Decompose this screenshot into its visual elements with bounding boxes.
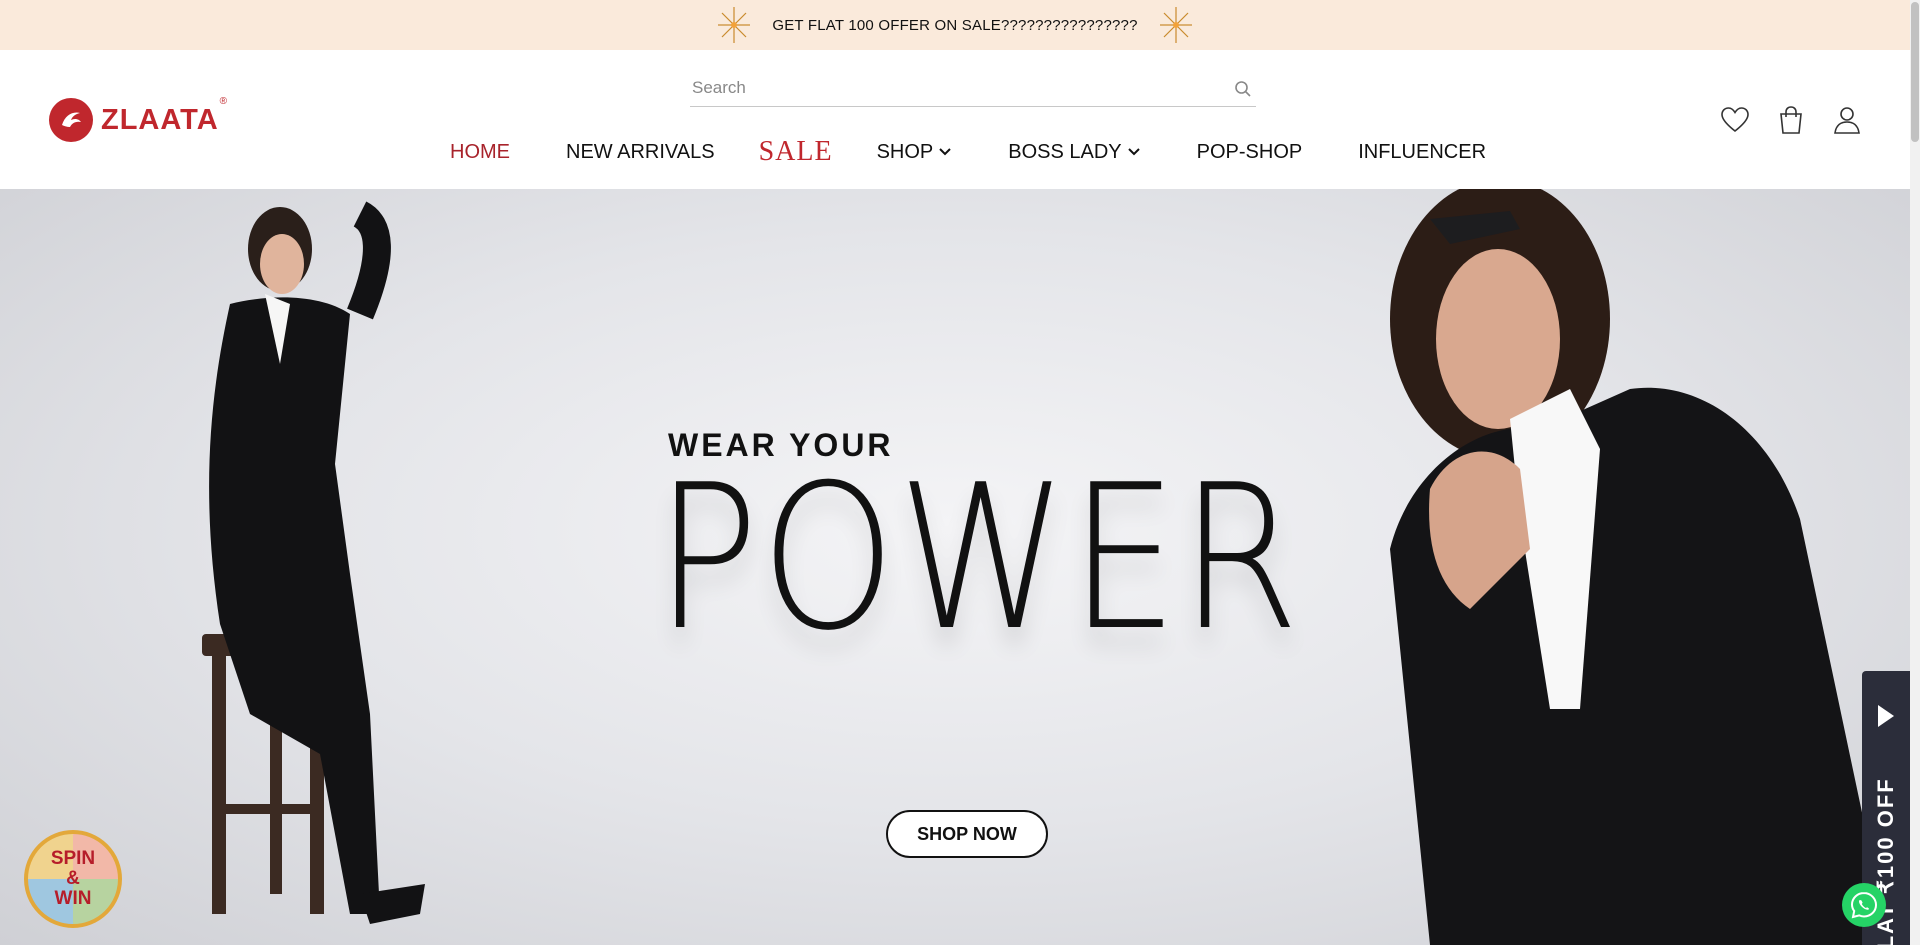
heart-icon[interactable] [1720, 105, 1750, 135]
nav-home[interactable]: HOME [450, 141, 510, 164]
nav-shop-label: SHOP [876, 140, 934, 163]
search-icon[interactable] [1234, 80, 1252, 98]
nav-pop-shop[interactable]: POP-SHOP [1197, 141, 1303, 164]
firework-icon [718, 7, 751, 43]
user-icon[interactable] [1832, 105, 1862, 135]
model-image-right [1390, 189, 1890, 945]
promo-text: GET FLAT 100 OFFER ON SALE??????????????… [772, 16, 1138, 34]
registered-mark: ® [219, 96, 228, 107]
header-actions [1720, 105, 1862, 135]
model-image-left [202, 201, 425, 924]
hero-title: POWER [655, 442, 1301, 675]
whatsapp-icon [1850, 891, 1878, 919]
chevron-down-icon [939, 148, 951, 156]
spin-and-win-button[interactable]: SPIN & WIN [24, 830, 122, 928]
nav-influencer[interactable]: INFLUENCER [1358, 141, 1486, 164]
scrollbar-thumb[interactable] [1911, 2, 1919, 142]
nav-boss-lady-label: BOSS LADY [1008, 140, 1122, 163]
nav-new-arrivals[interactable]: NEW ARRIVALS [566, 141, 715, 164]
promo-bar: GET FLAT 100 OFFER ON SALE??????????????… [0, 0, 1910, 50]
spin-label: SPIN [50, 848, 96, 869]
nav-sale-label: SALE [758, 136, 833, 167]
hero-banner: WEAR YOUR POWER SHOP NOW FLAT ₹100 OFF [0, 189, 1910, 945]
play-icon [1878, 705, 1894, 727]
main-nav: HOME NEW ARRIVALS SALE SHOP BOSS LADY PO… [450, 136, 1486, 168]
bird-icon [49, 98, 93, 142]
and-label: & [66, 868, 80, 889]
shop-now-button[interactable]: SHOP NOW [886, 810, 1048, 858]
whatsapp-button[interactable] [1842, 883, 1886, 927]
brand-name: ZLAATA [101, 103, 219, 136]
chevron-down-icon [1127, 148, 1140, 156]
nav-boss-lady[interactable]: BOSS LADY [1008, 141, 1140, 164]
shopping-bag-icon[interactable] [1776, 105, 1806, 135]
firework-icon [1159, 7, 1192, 43]
nav-sale[interactable]: SALE [759, 136, 833, 168]
win-label: WIN [54, 888, 92, 909]
site-header: ZLAATA ® HOME NEW ARRIVALS SALE SHOP BOS… [0, 50, 1910, 189]
search-bar [690, 70, 1256, 107]
nav-shop[interactable]: SHOP [877, 141, 953, 164]
brand-logo[interactable]: ZLAATA ® [49, 96, 228, 142]
search-input[interactable] [690, 78, 1214, 98]
